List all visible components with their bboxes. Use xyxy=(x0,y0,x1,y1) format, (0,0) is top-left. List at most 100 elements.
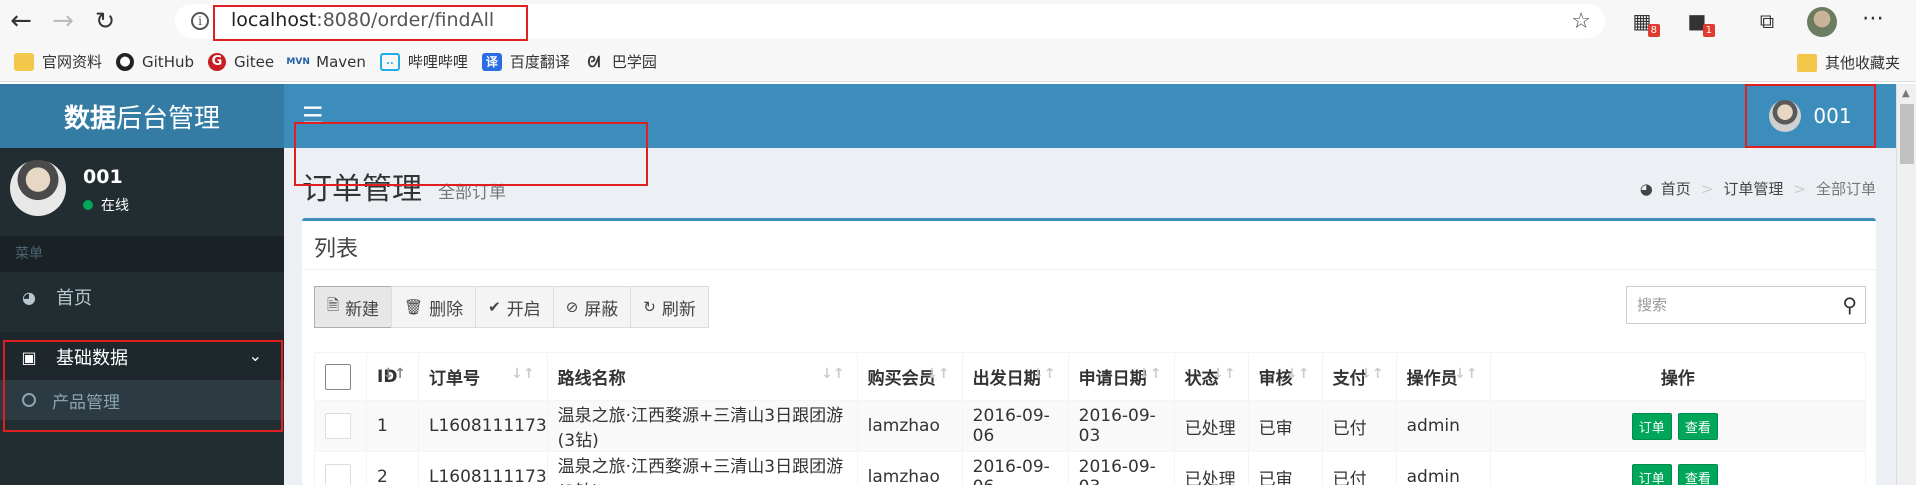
extension-icon-2[interactable]: ■ 1 xyxy=(1685,9,1715,37)
bookmark-item[interactable]: 官网资料 xyxy=(14,51,102,72)
block-button[interactable]: ⊘ 屏蔽 xyxy=(552,286,632,328)
col-apply-date[interactable]: 申请日期 ↓↑ xyxy=(1067,352,1175,401)
bilibili-icon: .. xyxy=(379,52,400,71)
sort-icon: ↓↑ xyxy=(821,366,845,382)
bookmark-item[interactable]: G Gitee xyxy=(208,52,274,71)
table-row: 1 L1608111173 温泉之旅·江西婺源+三清山3日跟团游(3钻) lam… xyxy=(314,400,1867,452)
cell-status: 已处理 xyxy=(1173,451,1249,485)
sort-icon: ↓↑ xyxy=(382,366,406,382)
orders-table: ID ↓↑ 订单号 ↓↑ 路线名称 ↓↑ 购买会员 ↓↑ 出发日期 ↓↑ 申请日期 ↓↑ 状… xyxy=(314,352,1867,485)
bookmark-label: 巴学园 xyxy=(611,53,657,71)
breadcrumb-home[interactable]: 首页 xyxy=(1661,178,1691,199)
collections-icon[interactable]: ⧉ xyxy=(1755,9,1779,33)
cell-route: 温泉之旅·江西婺源+三清山3日跟团游(3钻) xyxy=(546,451,858,485)
bookmark-item[interactable]: MVN Maven xyxy=(286,53,365,71)
user-status: 在线 xyxy=(83,195,129,215)
user-avatar xyxy=(1769,100,1802,132)
sidebar-user-name: 001 xyxy=(83,166,123,188)
breadcrumb-separator: > xyxy=(1793,179,1806,198)
logo-bold: 数据 xyxy=(63,103,116,134)
col-id[interactable]: ID ↓↑ xyxy=(366,352,419,401)
cell-depart-date: 2016-09-06 xyxy=(961,451,1069,485)
cell-depart-date: 2016-09-06 xyxy=(961,400,1069,452)
row-checkbox[interactable] xyxy=(325,464,351,485)
browser-profile-avatar[interactable] xyxy=(1807,7,1837,37)
sidebar-item-home[interactable]: ◕ 首页 xyxy=(0,272,284,322)
sort-icon: ↓↑ xyxy=(1212,366,1236,382)
scroll-up-icon[interactable]: ▲ xyxy=(1902,88,1910,99)
col-actions: 操作 xyxy=(1489,352,1867,401)
cell-payment: 已付 xyxy=(1321,400,1397,452)
delete-button-label: 删除 xyxy=(429,299,464,320)
search-input[interactable] xyxy=(1637,296,1817,314)
translate-icon: 译 xyxy=(481,52,502,71)
bookmark-item[interactable]: ᘛ 巴学园 xyxy=(584,51,657,72)
bookmark-label: 哔哩哔哩 xyxy=(407,53,468,71)
col-status[interactable]: 状态 ↓↑ xyxy=(1173,352,1249,401)
select-all-checkbox[interactable] xyxy=(325,363,351,390)
search-icon[interactable]: ⚲ xyxy=(1842,293,1857,317)
col-order-no[interactable]: 订单号 ↓↑ xyxy=(418,352,548,401)
reload-icon[interactable]: ↻ xyxy=(84,0,126,42)
col-depart-date[interactable]: 出发日期 ↓↑ xyxy=(961,352,1069,401)
breadcrumb-orders[interactable]: 订单管理 xyxy=(1723,178,1783,199)
menu-header: 菜单 xyxy=(0,236,284,272)
divider xyxy=(302,269,1876,270)
user-menu[interactable]: 001 xyxy=(1745,84,1876,148)
sidebar-item-label: 首页 xyxy=(56,288,92,309)
sort-icon: ↓↑ xyxy=(1286,366,1310,382)
enable-button[interactable]: ✔ 开启 xyxy=(475,286,554,328)
extension-icon[interactable]: ▦ 8 xyxy=(1630,9,1660,37)
select-all-cell xyxy=(314,352,367,401)
bookmark-item[interactable]: .. 哔哩哔哩 xyxy=(379,51,468,72)
col-label: 订单号 xyxy=(429,369,480,389)
col-route[interactable]: 路线名称 ↓↑ xyxy=(546,352,858,401)
bookmark-label: 百度翻译 xyxy=(509,53,570,71)
sort-icon: ↓↑ xyxy=(1454,366,1478,382)
cell-operator: admin xyxy=(1395,400,1491,452)
scrollbar-thumb[interactable] xyxy=(1900,104,1914,164)
bookmark-site-icon: ᘛ xyxy=(587,52,601,71)
order-button[interactable]: 订单 xyxy=(1631,412,1672,440)
toolbar: 🗎 新建 🗑 删除 ✔ 开启 ⊘ 屏蔽 ↻ 刷新 xyxy=(314,286,709,328)
cell-order-no: L1608111173 xyxy=(418,451,548,485)
col-label: 出发日期 xyxy=(972,369,1041,389)
view-button[interactable]: 查看 xyxy=(1677,412,1718,440)
new-button[interactable]: 🗎 新建 xyxy=(314,286,393,328)
other-bookmarks[interactable]: 其他收藏夹 xyxy=(1796,52,1900,73)
forward-icon[interactable]: → xyxy=(42,0,84,42)
cell-order-no: L1608111173 xyxy=(418,400,548,452)
table-header-row: ID ↓↑ 订单号 ↓↑ 路线名称 ↓↑ 购买会员 ↓↑ 出发日期 ↓↑ 申请日期 ↓↑ 状… xyxy=(314,352,1867,401)
box-title: 列表 xyxy=(314,237,359,262)
row-checkbox[interactable] xyxy=(325,413,351,439)
trash-icon: 🗑 xyxy=(404,298,424,316)
app-root: 数据 后台管理 ☰ 001 ▲ 001 在线 菜单 ◕ 首页 ▣ 基础数据 ⌄ 产品管… xyxy=(0,84,1916,485)
row-select-cell xyxy=(314,400,367,452)
view-button[interactable]: 查看 xyxy=(1677,463,1718,485)
order-button[interactable]: 订单 xyxy=(1631,463,1672,485)
table-row: 2 L1608111173 温泉之旅·江西婺源+三清山3日跟团游(3钻) lam… xyxy=(314,451,1867,485)
info-icon[interactable]: i xyxy=(191,12,209,30)
col-operator[interactable]: 操作员 ↓↑ xyxy=(1395,352,1491,401)
back-icon[interactable]: ← xyxy=(0,0,42,42)
bookmark-item[interactable]: 译百度翻译 xyxy=(481,51,570,72)
col-member[interactable]: 购买会员 ↓↑ xyxy=(856,352,963,401)
gitee-icon: G xyxy=(208,52,226,71)
refresh-button[interactable]: ↻ 刷新 xyxy=(630,286,709,328)
sort-icon: ↓↑ xyxy=(1360,366,1384,382)
dashboard-icon: ◕ xyxy=(1639,179,1653,198)
favorite-star-icon[interactable]: ☆ xyxy=(1571,9,1591,34)
col-payment[interactable]: 支付 ↓↑ xyxy=(1321,352,1397,401)
cell-id: 2 xyxy=(366,451,419,485)
bookmark-item[interactable]: ● GitHub xyxy=(116,52,194,71)
logo-rest: 后台管理 xyxy=(116,103,221,134)
more-icon[interactable]: ⋯ xyxy=(1862,6,1884,31)
page-scrollbar[interactable]: ▲ xyxy=(1896,84,1916,485)
cell-review: 已审 xyxy=(1247,451,1323,485)
logo[interactable]: 数据 后台管理 xyxy=(0,84,284,148)
ban-icon: ⊘ xyxy=(565,298,579,316)
extension-badge-2: 1 xyxy=(1702,24,1715,37)
col-review[interactable]: 审核 ↓↑ xyxy=(1247,352,1323,401)
delete-button[interactable]: 🗑 删除 xyxy=(391,286,477,328)
bookmark-label: GitHub xyxy=(142,52,194,71)
